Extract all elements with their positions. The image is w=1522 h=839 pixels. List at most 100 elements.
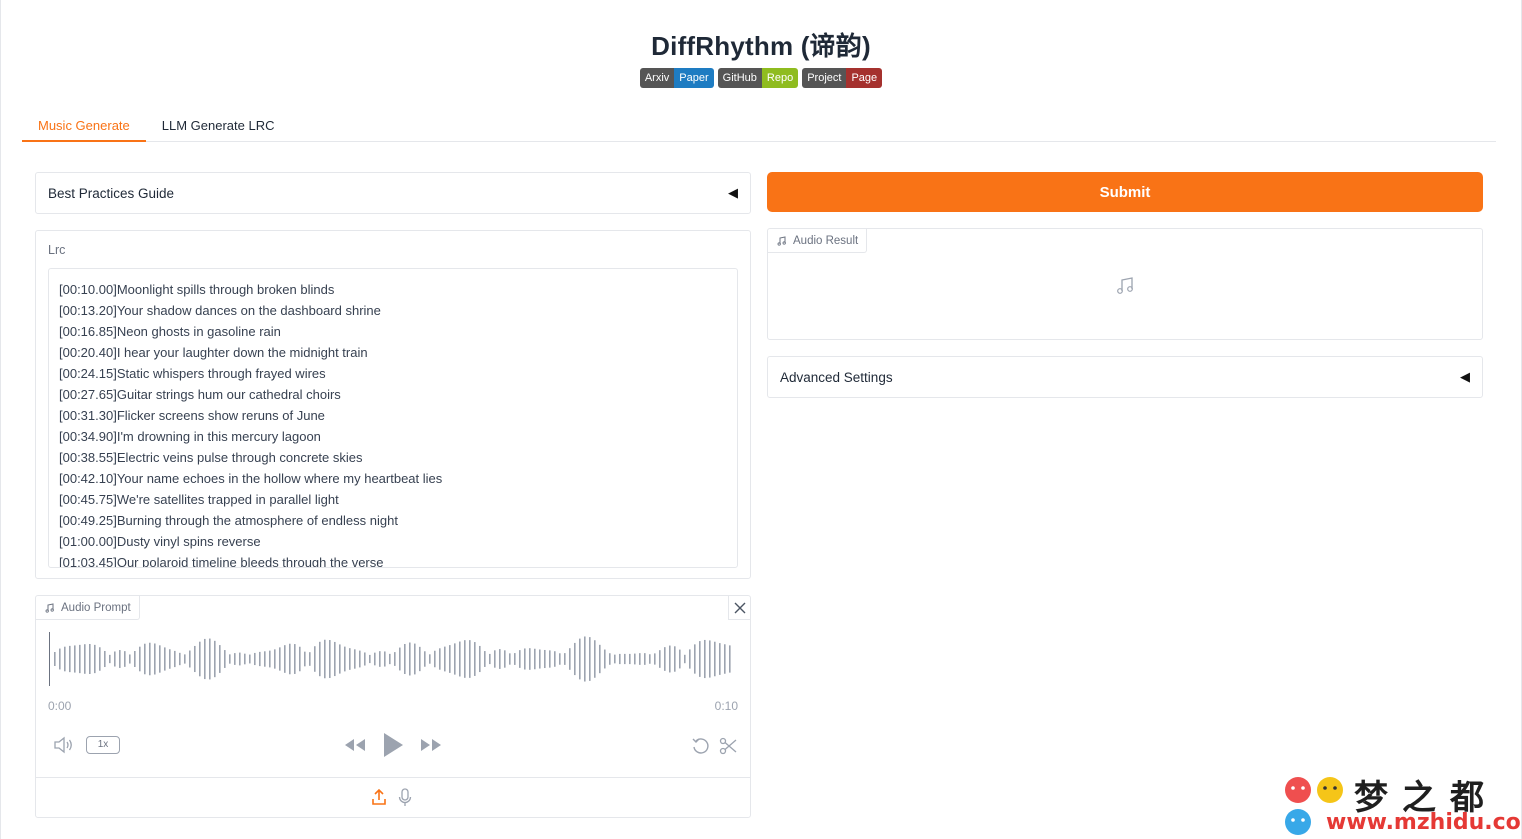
- time-end: 0:10: [714, 699, 738, 713]
- waveform-bar: [519, 650, 521, 668]
- waveform-bar: [469, 640, 471, 678]
- microphone-button[interactable]: [398, 788, 412, 813]
- waveform-bar: [229, 654, 231, 664]
- waveform-bar: [424, 651, 426, 667]
- page-title: DiffRhythm (谛韵): [651, 31, 871, 61]
- waveform-bar: [349, 648, 351, 670]
- badge-row: Arxiv Paper GitHub Repo Project Page: [0, 68, 1522, 88]
- lrc-label: Lrc: [48, 243, 66, 257]
- waveform-bar: [694, 644, 696, 674]
- waveform-bar: [364, 652, 366, 666]
- rewind-button[interactable]: [343, 737, 367, 758]
- waveform-bar: [489, 653, 491, 665]
- waveform-bar: [389, 653, 391, 665]
- tab-bar: Music Generate LLM Generate LRC: [22, 110, 1496, 142]
- waveform-bar: [59, 648, 61, 670]
- waveform-bar: [344, 646, 346, 672]
- lrc-textarea[interactable]: [00:10.00]Moonlight spills through broke…: [48, 268, 738, 568]
- audio-prompt-panel: Audio Prompt 0:00 0:10 1x: [35, 595, 751, 818]
- waveform-bar: [434, 650, 436, 668]
- audio-result-label: Audio Result: [793, 234, 859, 247]
- waveform-bar: [99, 647, 101, 671]
- audio-prompt-tag: Audio Prompt: [36, 596, 140, 620]
- waveform-bar: [129, 654, 131, 664]
- github-repo-badge[interactable]: GitHub Repo: [717, 68, 799, 88]
- waveform[interactable]: [48, 632, 738, 686]
- waveform-bar: [274, 649, 276, 669]
- waveform-bar: [534, 648, 536, 670]
- badge-right-label: Page: [846, 68, 883, 88]
- waveform-bar: [74, 645, 76, 673]
- waveform-bar: [214, 640, 216, 678]
- waveform-bar: [399, 647, 401, 671]
- watermark: 梦之都 www.mzhidu.com: [1282, 770, 1522, 839]
- waveform-bar: [704, 639, 706, 679]
- arxiv-paper-badge[interactable]: Arxiv Paper: [639, 68, 714, 88]
- waveform-bar: [179, 652, 181, 666]
- waveform-bar: [549, 650, 551, 668]
- waveform-bar: [309, 652, 311, 666]
- watermark-url: www.mzhidu.com: [1326, 810, 1522, 835]
- waveform-bar: [669, 645, 671, 673]
- trim-button[interactable]: [718, 736, 738, 761]
- waveform-bar: [199, 641, 201, 677]
- waveform-bar: [619, 653, 621, 665]
- play-icon: [384, 733, 403, 757]
- waveform-bar: [689, 649, 691, 669]
- upload-icon: [372, 788, 386, 805]
- waveform-bar: [419, 646, 421, 672]
- music-note-icon: [45, 602, 54, 613]
- waveform-bar: [574, 642, 576, 676]
- waveform-bar: [319, 641, 321, 677]
- waveform-bar: [509, 653, 511, 665]
- waveform-bar: [239, 652, 241, 666]
- waveform-bar: [269, 650, 271, 668]
- audio-prompt-label: Audio Prompt: [61, 601, 131, 614]
- waveform-bar: [299, 646, 301, 672]
- waveform-bar: [259, 651, 261, 667]
- upload-button[interactable]: [371, 788, 387, 811]
- waveform-bar: [69, 645, 71, 673]
- clear-audio-button[interactable]: [728, 596, 751, 620]
- collapse-arrow-icon: ◀: [1460, 369, 1470, 384]
- advanced-settings-accordion[interactable]: Advanced Settings ◀: [767, 356, 1483, 398]
- waveform-bar: [189, 650, 191, 668]
- play-button[interactable]: [381, 731, 405, 764]
- best-practices-accordion[interactable]: Best Practices Guide ◀: [35, 172, 751, 214]
- scissors-icon: [719, 737, 737, 755]
- lrc-line: [00:16.85]Neon ghosts in gasoline rain: [59, 324, 281, 339]
- waveform-bar: [674, 646, 676, 672]
- waveform-bar: [479, 645, 481, 673]
- waveform-bar: [474, 642, 476, 676]
- tab-llm-generate-lrc[interactable]: LLM Generate LRC: [146, 110, 291, 142]
- playback-speed-button[interactable]: 1x: [86, 736, 120, 754]
- waveform-bar: [564, 653, 566, 665]
- waveform-bar: [404, 643, 406, 675]
- accordion-label: Best Practices Guide: [48, 185, 175, 201]
- submit-button[interactable]: Submit: [767, 172, 1483, 212]
- audio-result-tag: Audio Result: [768, 229, 868, 253]
- waveform-bar: [559, 653, 561, 665]
- waveform-bar: [94, 644, 96, 674]
- volume-button[interactable]: [53, 736, 75, 759]
- waveform-bar: [124, 651, 126, 667]
- lrc-line: [00:42.10]Your name echoes in the hollow…: [59, 471, 443, 486]
- lrc-line: [01:03.45]Our polaroid timeline bleeds t…: [59, 555, 384, 568]
- music-placeholder-icon: [1117, 277, 1133, 294]
- lrc-line: [00:49.25]Burning through the atmosphere…: [59, 513, 398, 528]
- playhead[interactable]: [49, 632, 50, 686]
- fast-forward-button[interactable]: [419, 737, 443, 758]
- waveform-bar: [249, 654, 251, 664]
- project-page-badge[interactable]: Project Page: [802, 68, 883, 88]
- reset-button[interactable]: [691, 736, 711, 761]
- waveform-bar: [589, 637, 591, 681]
- tab-music-generate[interactable]: Music Generate: [22, 110, 146, 142]
- waveform-bar: [324, 639, 326, 679]
- badge-right-label: Paper: [674, 68, 714, 88]
- waveform-bar: [184, 654, 186, 664]
- waveform-bar: [329, 640, 331, 678]
- waveform-bar: [624, 653, 626, 665]
- waveform-bar: [354, 649, 356, 669]
- waveform-bar: [444, 646, 446, 672]
- lrc-line: [00:45.75]We're satellites trapped in pa…: [59, 492, 339, 507]
